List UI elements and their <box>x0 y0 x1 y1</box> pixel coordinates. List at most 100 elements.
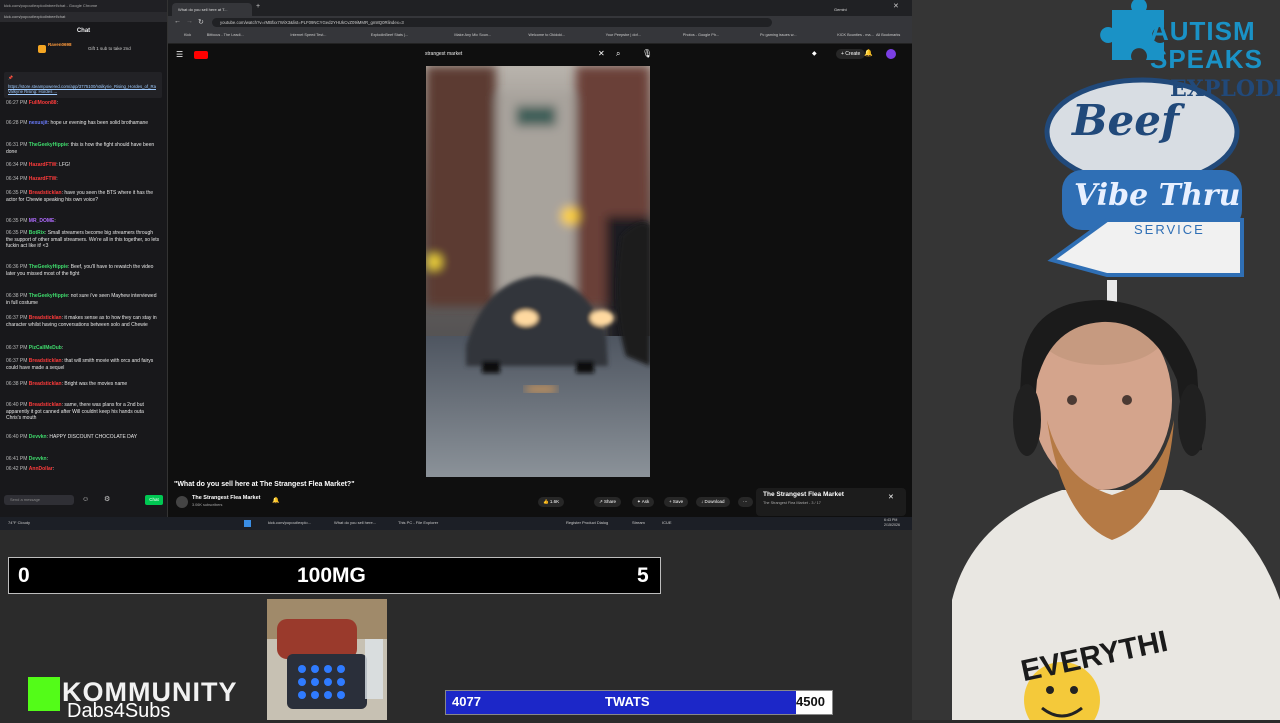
counter-dose: 100MG <box>297 564 366 587</box>
bell-icon[interactable]: 🔔 <box>864 49 873 57</box>
close-playlist-icon[interactable]: ✕ <box>888 493 894 501</box>
counter-right: 5 <box>637 564 649 587</box>
chat-username[interactable]: Breadsticklan <box>29 402 62 408</box>
chat-username[interactable]: MR_DOME <box>29 218 55 224</box>
chat-timestamp: 06:37 PM <box>6 358 28 364</box>
gear-icon[interactable]: ⚙ <box>104 496 112 504</box>
ask-label: Ask <box>641 499 650 504</box>
chat-username[interactable]: BotRix <box>29 230 45 236</box>
chat-message: 06:31 PM TheGeekyHippie: this is how the… <box>6 142 155 155</box>
chat-text: HAPPY DISCOUNT CHOCOLATE DAY <box>49 434 138 440</box>
bookmark-item[interactable]: KICK Bounties - ma... <box>837 33 874 37</box>
chat-message: 06:34 PM HazardFTW: <box>6 176 58 182</box>
share-label: Share <box>604 499 617 504</box>
gift-banner: Raven0698 Gift 1 sub to take 2nd <box>30 42 160 56</box>
bookmark-item[interactable]: Pc gaming issues w... <box>760 33 797 37</box>
taskbar-time[interactable]: 6:43 PM <box>884 518 897 522</box>
chat-timestamp: 06:34 PM <box>6 162 28 168</box>
youtube-header: ☰ ✕ ⌕ 🎙 ◆ + Create 🔔 <box>168 44 912 66</box>
chat-username[interactable]: Breadsticklan <box>29 381 62 387</box>
microphone-icon[interactable]: 🎙 <box>642 49 652 58</box>
download-label: Download <box>704 499 725 504</box>
tab-bar: What do you sell here at T... Gemini + ✕ <box>168 0 912 16</box>
save-button[interactable]: + Save <box>664 497 689 507</box>
youtube-logo-icon[interactable] <box>194 51 208 59</box>
chat-username[interactable]: TheGeekyHippie <box>29 264 68 270</box>
video-player[interactable] <box>426 66 650 477</box>
tab-youtube[interactable]: What do you sell here at T... <box>172 3 252 16</box>
goal-target: 4500 <box>796 694 825 709</box>
chat-url-bar[interactable]: kick.com/popout/explodinbeef/chat <box>0 12 167 22</box>
forward-icon[interactable]: → <box>186 18 193 25</box>
pinned-link[interactable]: https://store.steampowered.com/app/37751… <box>8 84 156 96</box>
menu-icon[interactable]: ☰ <box>176 50 183 59</box>
taskbar-item-chat[interactable]: kick.com/popout/explo... <box>268 520 311 525</box>
chat-username[interactable]: HazardFTW <box>29 162 57 168</box>
chat-username[interactable]: nexusjit <box>29 120 48 126</box>
browser-window: What do you sell here at T... Gemini + ✕… <box>168 0 912 517</box>
bookmark-item[interactable]: Internet Speed Test... <box>290 33 326 37</box>
chat-timestamp: 06:34 PM <box>6 176 28 182</box>
taskbar-item-youtube[interactable]: What do you sell here... <box>334 520 376 525</box>
chat-timestamp: 06:31 PM <box>6 142 28 148</box>
chat-timestamp: 06:35 PM <box>6 230 28 236</box>
bookmark-item[interactable]: Kick <box>184 33 191 37</box>
bookmark-item[interactable]: Bitfocus - The Leadi... <box>207 33 244 37</box>
chat-username[interactable]: Breadsticklan <box>29 358 62 364</box>
chat-send-button[interactable]: Chat <box>145 495 163 505</box>
search-icon[interactable]: ⌕ <box>616 49 620 59</box>
video-frame <box>426 66 650 477</box>
download-button[interactable]: ↓ Download <box>696 497 730 507</box>
notification-bell-icon[interactable]: 🔔 <box>272 497 279 504</box>
reload-icon[interactable]: ↻ <box>198 18 204 26</box>
back-icon[interactable]: ← <box>174 18 181 25</box>
chat-timestamp: 06:40 PM <box>6 402 28 408</box>
chat-username[interactable]: HazardFTW <box>29 176 57 182</box>
chat-username[interactable]: Devvkn <box>29 456 47 462</box>
bookmark-item[interactable]: All Bookmarks <box>876 33 900 37</box>
chat-username[interactable]: Breadsticklan <box>29 190 62 196</box>
bookmark-item[interactable]: Your Peepsbe | dof... <box>606 33 641 37</box>
chat-input[interactable]: Send a message <box>4 495 74 505</box>
taskbar-date[interactable]: 2/15/2026 <box>884 523 900 527</box>
chat-username[interactable]: Devvkn <box>29 434 47 440</box>
address-bar[interactable]: youtube.com/watch?v=rMBfxx7WiX3&list=PLF… <box>212 18 772 27</box>
chat-username[interactable]: FullMoon88 <box>29 100 57 106</box>
more-actions-button[interactable]: ⋯ <box>738 497 753 507</box>
clear-search-icon[interactable]: ✕ <box>598 49 605 58</box>
search-input[interactable]: strangest market <box>425 51 462 57</box>
weather-widget[interactable]: 74°F Cloudy <box>8 520 30 525</box>
windows-start-icon[interactable] <box>244 520 251 527</box>
chat-timestamp: 06:35 PM <box>6 190 28 196</box>
bookmark-item[interactable]: Photos - Google Ph... <box>683 33 719 37</box>
chat-username[interactable]: Breadsticklan <box>29 315 62 321</box>
ask-button[interactable]: ✦ Ask <box>632 497 655 507</box>
like-button[interactable]: 👍 1.6K <box>538 497 565 507</box>
playlist-position: The Strangest Flea Market - 3 / 17 <box>763 501 821 505</box>
chat-message: 06:35 PM BotRix: Small streamers become … <box>6 230 160 249</box>
gift-text: Gift 1 sub to take 2nd <box>88 46 131 51</box>
close-window-icon[interactable]: ✕ <box>893 2 899 10</box>
playlist-title[interactable]: The Strangest Flea Market <box>763 491 844 498</box>
bookmark-item[interactable]: ExplodinBeef Stats |... <box>371 33 408 37</box>
chat-username[interactable]: TheGeekyHippie <box>29 293 68 299</box>
taskbar-item-icue[interactable]: ICUE <box>662 520 672 525</box>
tab-gemini[interactable]: Gemini <box>828 3 888 16</box>
taskbar-item-explorer[interactable]: This PC - File Explorer <box>398 520 438 525</box>
chat-username[interactable]: TheGeekyHippie <box>29 142 68 148</box>
chat-username[interactable]: PizCallMeDub <box>29 345 62 351</box>
avatar[interactable] <box>886 49 896 59</box>
new-tab-icon[interactable]: + <box>256 3 260 10</box>
chat-timestamp: 06:28 PM <box>6 120 28 126</box>
taskbar-item-register[interactable]: Register Product Dialog <box>566 520 608 525</box>
channel-avatar[interactable] <box>176 496 188 508</box>
bookmark-item[interactable]: Welcome to Okidoki... <box>528 33 565 37</box>
taskbar-item-stream[interactable]: Stream <box>632 520 645 525</box>
create-button[interactable]: + Create <box>836 49 866 59</box>
share-button[interactable]: ↗ Share <box>594 497 622 507</box>
bookmark-item[interactable]: Make Any Mic Soun... <box>454 33 491 37</box>
cast-icon[interactable]: ◆ <box>812 50 817 57</box>
emote-icon[interactable]: ☺ <box>82 496 90 504</box>
channel-name[interactable]: The Strangest Flea Market <box>192 495 260 501</box>
chat-username[interactable]: AnnDollar <box>29 466 53 472</box>
